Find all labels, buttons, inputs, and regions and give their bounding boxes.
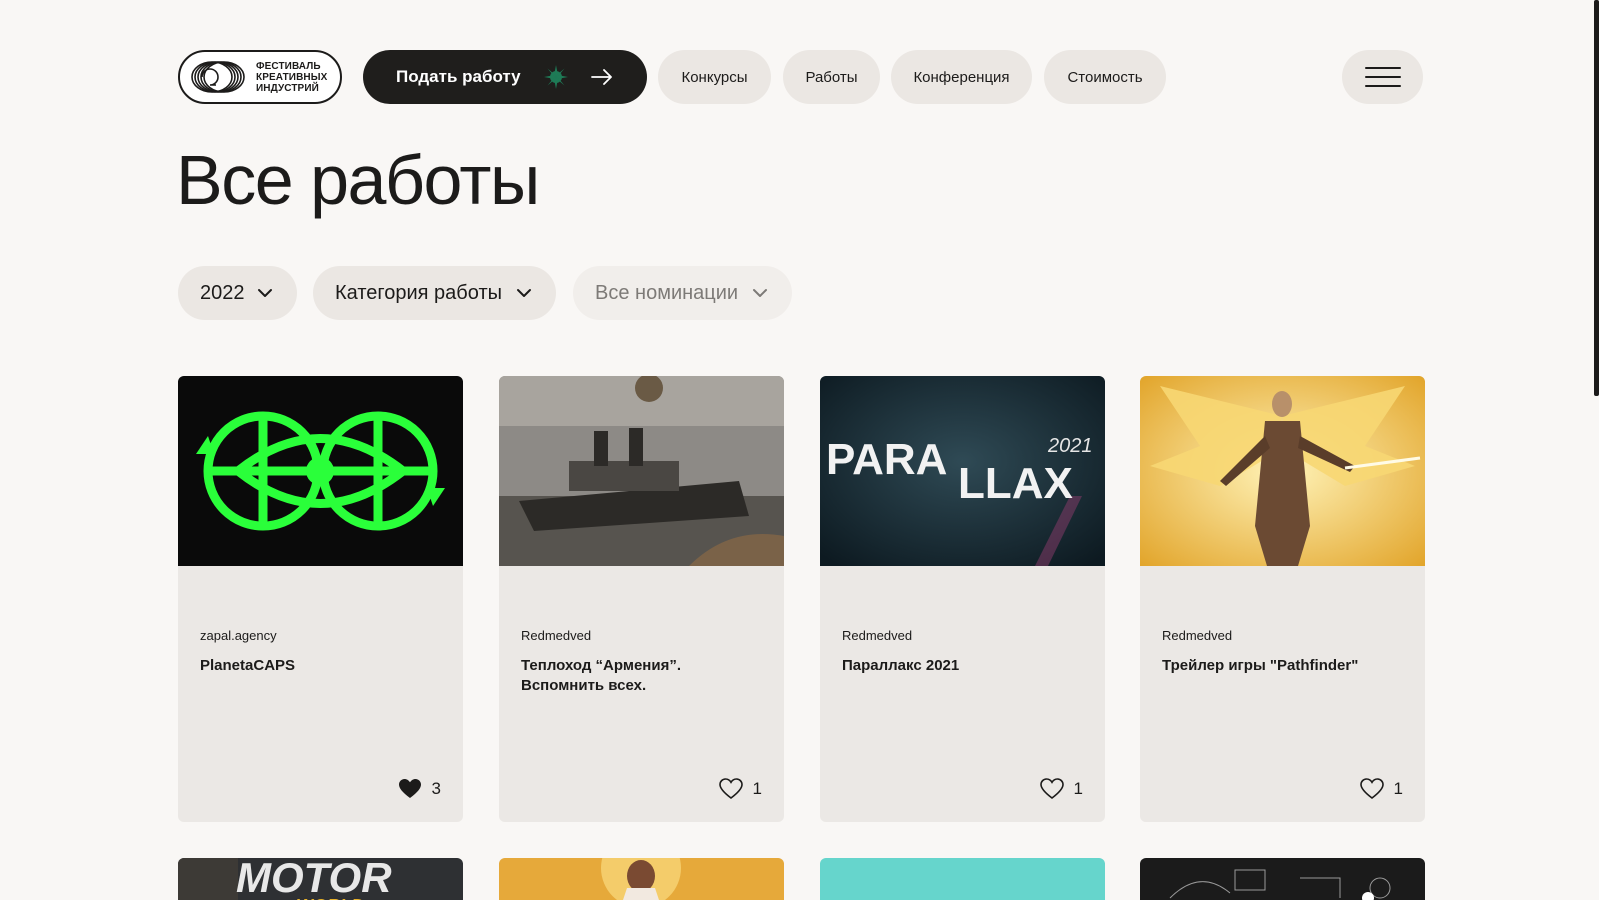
like-button[interactable]: 1 (718, 778, 762, 800)
work-card[interactable]: Redmedved Теплоход “Армения”. Вспомнить … (499, 376, 784, 822)
globe-eye-image (178, 376, 463, 566)
menu-line-icon (1364, 67, 1401, 69)
logo-line-3: ИНДУСТРИЙ (256, 82, 319, 94)
nav-works[interactable]: Работы (783, 50, 880, 104)
menu-line-icon (1364, 85, 1401, 87)
work-card[interactable] (820, 858, 1105, 900)
heart-filled-icon (398, 779, 421, 798)
year-filter-value: 2022 (200, 281, 245, 304)
motor-world-image: MOTOR WORLD (178, 858, 463, 900)
work-title[interactable]: PlanetaCAPS (200, 656, 445, 676)
nav-pricing[interactable]: Стоимость (1044, 50, 1166, 104)
like-count: 1 (1073, 779, 1083, 798)
work-card[interactable]: PARA LLAX 2021 Redmedved Параллакс 2021 … (820, 376, 1105, 822)
heart-outline-icon (1359, 778, 1384, 800)
like-count: 1 (752, 779, 762, 798)
pathfinder-angel-image (1140, 376, 1425, 566)
logo-line-2: КРЕАТИВНЫХ (256, 71, 328, 83)
work-thumbnail: PARA LLAX 2021 (820, 376, 1105, 566)
parallax-poster-image: PARA LLAX 2021 (820, 376, 1105, 566)
work-author[interactable]: Redmedved (521, 628, 591, 643)
work-author[interactable]: zapal.agency (200, 628, 277, 643)
nominations-filter[interactable]: Все номинации (573, 266, 792, 320)
page-scrollbar[interactable] (1594, 0, 1599, 396)
nav-contests[interactable]: Конкурсы (658, 50, 771, 104)
like-button[interactable]: 3 (398, 778, 441, 800)
work-thumbnail (1140, 376, 1425, 566)
steamship-photo-image (499, 376, 784, 566)
header: ФЕСТИВАЛЬ КРЕАТИВНЫХ ИНДУСТРИЙ Подать ра… (178, 50, 1423, 104)
category-filter-value: Категория работы (335, 281, 502, 304)
hamburger-menu-button[interactable] (1342, 50, 1423, 104)
svg-text:WORLD: WORLD (296, 896, 364, 900)
motor-world-logo-text: MOTOR (236, 858, 392, 900)
logo-line-1: ФЕСТИВАЛЬ (256, 60, 321, 72)
festival-logo-text: ФЕСТИВАЛЬ КРЕАТИВНЫХ ИНДУСТРИЙ (256, 61, 327, 94)
svg-text:2021: 2021 (1047, 435, 1093, 457)
work-card[interactable] (499, 858, 784, 900)
like-count: 3 (431, 779, 441, 798)
work-title[interactable]: Параллакс 2021 (842, 656, 1087, 676)
star-burst-icon (544, 65, 568, 89)
teal-thumbnail (820, 858, 1105, 900)
work-card[interactable]: Redmedved Трейлер игры "Pathfinder" 1 (1140, 376, 1425, 822)
category-filter[interactable]: Категория работы (313, 266, 556, 320)
work-title[interactable]: Трейлер игры "Pathfinder" (1162, 656, 1407, 676)
work-thumbnail (499, 376, 784, 566)
work-thumbnail (178, 376, 463, 566)
work-title[interactable]: Теплоход “Армения”. Вспомнить всех. (521, 656, 766, 696)
page: ФЕСТИВАЛЬ КРЕАТИВНЫХ ИНДУСТРИЙ Подать ра… (0, 0, 1599, 900)
svg-text:LLAX: LLAX (958, 459, 1073, 508)
page-title: Все работы (176, 141, 540, 219)
chalkboard-image (1140, 858, 1425, 900)
work-author[interactable]: Redmedved (842, 628, 912, 643)
svg-text:PARA: PARA (826, 435, 947, 484)
portrait-image (499, 858, 784, 900)
like-count: 1 (1393, 779, 1403, 798)
year-filter[interactable]: 2022 (178, 266, 297, 320)
chevron-down-icon (517, 289, 531, 297)
work-card[interactable] (1140, 858, 1425, 900)
work-card[interactable]: MOTOR WORLD (178, 858, 463, 900)
chevron-down-icon (753, 289, 767, 297)
work-card[interactable]: zapal.agency PlanetaCAPS 3 (178, 376, 463, 822)
heart-outline-icon (1039, 778, 1064, 800)
like-button[interactable]: 1 (1359, 778, 1403, 800)
submit-work-label: Подать работу (396, 67, 521, 86)
menu-line-icon (1364, 76, 1401, 78)
festival-logo[interactable]: ФЕСТИВАЛЬ КРЕАТИВНЫХ ИНДУСТРИЙ (178, 50, 342, 104)
arrow-right-icon (591, 69, 612, 85)
like-button[interactable]: 1 (1039, 778, 1083, 800)
nav-conference[interactable]: Конференция (891, 50, 1032, 104)
submit-work-button[interactable]: Подать работу (363, 50, 647, 104)
heart-outline-icon (718, 778, 743, 800)
festival-logo-mark-icon (191, 61, 245, 93)
work-author[interactable]: Redmedved (1162, 628, 1232, 643)
chevron-down-icon (258, 289, 272, 297)
nominations-filter-value: Все номинации (595, 281, 739, 304)
